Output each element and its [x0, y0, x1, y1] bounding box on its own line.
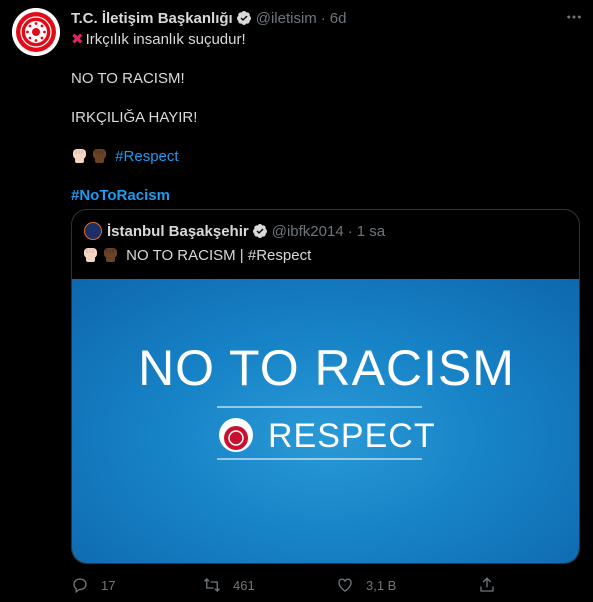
tweet-header: T.C. İletişim Başkanlığı @iletisim · 6d — [71, 8, 581, 28]
quoted-avatar — [84, 222, 102, 240]
handle[interactable]: @iletisim — [256, 10, 317, 27]
quoted-handle: @ibfk2014 — [271, 222, 344, 240]
hashtag-respect[interactable]: #Respect — [115, 148, 178, 165]
hashtag-notoracism[interactable]: #NoToRacism — [71, 187, 170, 204]
verified-badge-icon — [236, 11, 251, 25]
tweet-line-2: NO TO RACISM! — [71, 70, 185, 87]
quoted-timestamp: 1 sa — [356, 222, 386, 240]
quoted-media-image[interactable]: NO TO RACISM RESPECT — [72, 279, 579, 563]
tweet-text: ✖ Irkçılık insanlık suçudur! NO TO RACISM… — [71, 30, 576, 206]
like-count: 3,1 B — [366, 577, 397, 593]
image-subtitle: RESPECT — [268, 417, 436, 455]
more-options-icon[interactable] — [565, 8, 583, 26]
tweet-line-4: #Respect — [71, 147, 576, 167]
tweet-line-5: #NoToRacism — [71, 186, 576, 206]
retweet-count: 461 — [233, 577, 255, 593]
reply-button[interactable]: 17 — [71, 572, 115, 598]
timestamp[interactable]: 6d — [330, 10, 347, 27]
quoted-tweet-header: İstanbul Başakşehir @ibfk2014 · 1 sa — [84, 222, 385, 240]
reply-icon — [73, 578, 87, 594]
quoted-display-name: İstanbul Başakşehir — [107, 222, 249, 240]
uefa-respect-badge-icon — [219, 418, 253, 452]
reply-count: 17 — [101, 577, 116, 593]
action-bar: 17 461 3,1 B — [71, 572, 501, 598]
verified-badge-icon — [252, 224, 267, 238]
separator-dot: · — [320, 9, 326, 27]
tweet-line-3: IRKÇILIĞA HAYIR! — [71, 109, 198, 126]
like-button[interactable]: 3,1 B — [336, 572, 396, 598]
quoted-tweet-text: NO TO RACISM | #Respect — [82, 246, 311, 264]
communications-directorate-logo-icon — [12, 8, 60, 56]
raised-fist-dark-icon — [104, 248, 117, 262]
like-icon — [338, 578, 352, 592]
quoted-tweet-text-content: NO TO RACISM | #Respect — [126, 247, 312, 264]
separator-dot: · — [347, 222, 353, 240]
tweet-line-1-text: Irkçılık insanlık suçudur! — [85, 31, 246, 48]
tweet-line-1: ✖ Irkçılık insanlık suçudur! — [71, 30, 576, 50]
retweet-button[interactable]: 461 — [203, 572, 255, 598]
share-icon — [480, 577, 494, 592]
raised-fist-dark-icon — [93, 149, 106, 163]
retweet-icon — [204, 578, 220, 592]
quoted-tweet[interactable]: İstanbul Başakşehir @ibfk2014 · 1 sa NO … — [71, 209, 580, 564]
raised-fist-light-icon — [73, 149, 86, 163]
display-name[interactable]: T.C. İletişim Başkanlığı — [71, 10, 233, 27]
image-title: NO TO RACISM — [138, 340, 515, 396]
tweet[interactable]: T.C. İletişim Başkanlığı @iletisim · 6d … — [0, 0, 593, 602]
avatar[interactable] — [12, 8, 60, 56]
raised-fist-light-icon — [84, 248, 97, 262]
cross-mark-icon: ✖ — [71, 31, 84, 48]
share-button[interactable] — [478, 572, 496, 598]
